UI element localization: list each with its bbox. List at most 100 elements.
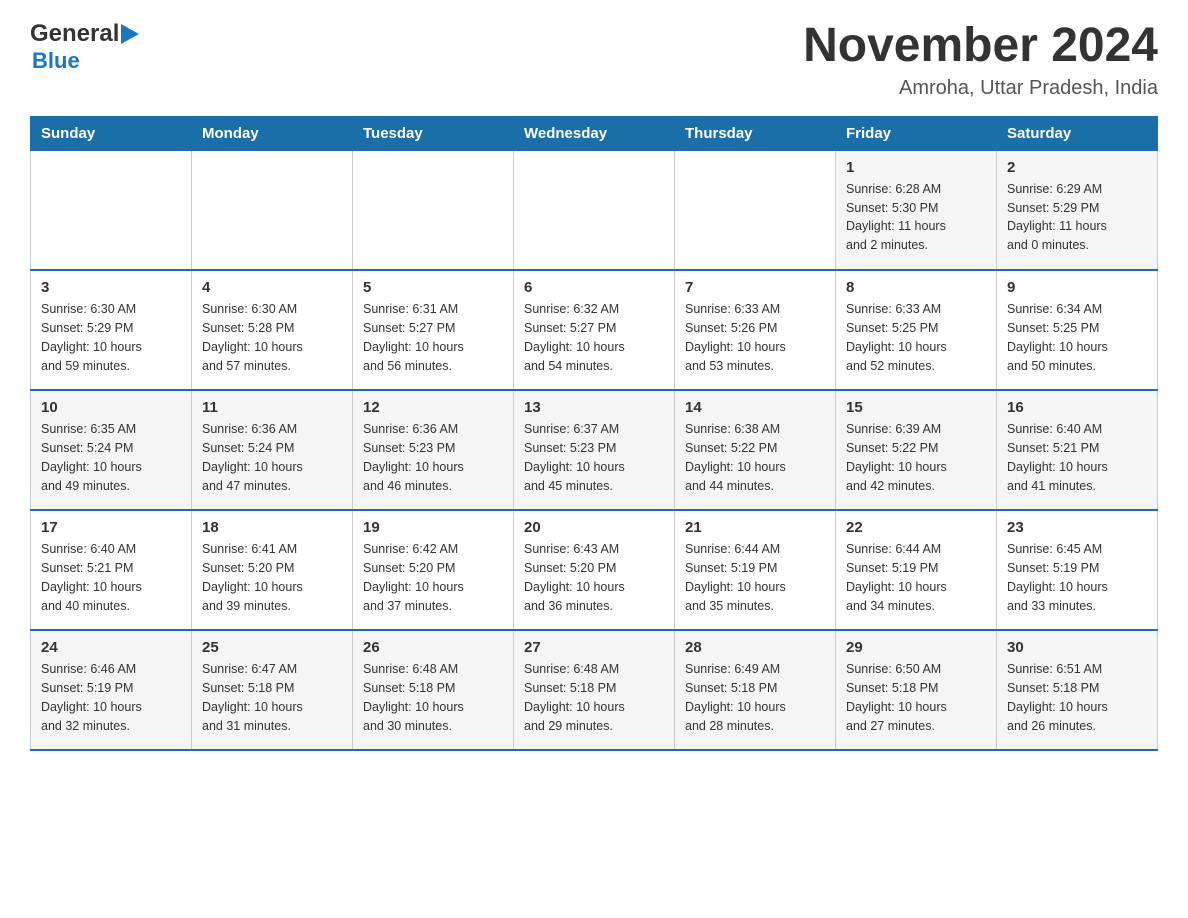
day-info: Sunrise: 6:30 AM Sunset: 5:28 PM Dayligh…: [202, 300, 342, 375]
calendar-cell-w5-d1: 25 Sunrise: 6:47 AM Sunset: 5:18 PM Dayli…: [192, 630, 353, 750]
calendar-cell-w3-d5: 15 Sunrise: 6:39 AM Sunset: 5:22 PM Dayli…: [836, 390, 997, 510]
calendar-cell-w2-d0: 3 Sunrise: 6:30 AM Sunset: 5:29 PM Daylig…: [31, 270, 192, 390]
calendar-cell-w1-d3: [514, 150, 675, 270]
day-info: Sunrise: 6:31 AM Sunset: 5:27 PM Dayligh…: [363, 300, 503, 375]
day-number: 16: [1007, 399, 1147, 416]
week-row-5: 24 Sunrise: 6:46 AM Sunset: 5:19 PM Dayli…: [31, 630, 1158, 750]
day-info: Sunrise: 6:50 AM Sunset: 5:18 PM Dayligh…: [846, 660, 986, 735]
day-info: Sunrise: 6:33 AM Sunset: 5:26 PM Dayligh…: [685, 300, 825, 375]
day-info: Sunrise: 6:36 AM Sunset: 5:24 PM Dayligh…: [202, 420, 342, 495]
day-info: Sunrise: 6:41 AM Sunset: 5:20 PM Dayligh…: [202, 540, 342, 615]
day-number: 1: [846, 159, 986, 176]
calendar-cell-w3-d3: 13 Sunrise: 6:37 AM Sunset: 5:23 PM Dayli…: [514, 390, 675, 510]
logo-general-text: General: [30, 20, 119, 48]
day-number: 22: [846, 519, 986, 536]
day-number: 11: [202, 399, 342, 416]
header-tuesday: Tuesday: [353, 116, 514, 150]
day-number: 25: [202, 639, 342, 656]
day-info: Sunrise: 6:42 AM Sunset: 5:20 PM Dayligh…: [363, 540, 503, 615]
calendar-cell-w2-d2: 5 Sunrise: 6:31 AM Sunset: 5:27 PM Daylig…: [353, 270, 514, 390]
day-info: Sunrise: 6:28 AM Sunset: 5:30 PM Dayligh…: [846, 180, 986, 255]
week-row-4: 17 Sunrise: 6:40 AM Sunset: 5:21 PM Dayli…: [31, 510, 1158, 630]
day-number: 20: [524, 519, 664, 536]
calendar-cell-w5-d2: 26 Sunrise: 6:48 AM Sunset: 5:18 PM Dayli…: [353, 630, 514, 750]
day-info: Sunrise: 6:48 AM Sunset: 5:18 PM Dayligh…: [363, 660, 503, 735]
day-number: 28: [685, 639, 825, 656]
logo-blue-text: Blue: [32, 48, 139, 74]
header-monday: Monday: [192, 116, 353, 150]
calendar-cell-w1-d5: 1 Sunrise: 6:28 AM Sunset: 5:30 PM Daylig…: [836, 150, 997, 270]
main-title: November 2024: [803, 20, 1158, 73]
day-info: Sunrise: 6:43 AM Sunset: 5:20 PM Dayligh…: [524, 540, 664, 615]
day-number: 24: [41, 639, 181, 656]
header-wednesday: Wednesday: [514, 116, 675, 150]
day-number: 12: [363, 399, 503, 416]
calendar-cell-w1-d6: 2 Sunrise: 6:29 AM Sunset: 5:29 PM Daylig…: [997, 150, 1158, 270]
calendar-cell-w2-d5: 8 Sunrise: 6:33 AM Sunset: 5:25 PM Daylig…: [836, 270, 997, 390]
day-info: Sunrise: 6:30 AM Sunset: 5:29 PM Dayligh…: [41, 300, 181, 375]
calendar-header-row: SundayMondayTuesdayWednesdayThursdayFrid…: [31, 116, 1158, 150]
day-number: 7: [685, 279, 825, 296]
day-number: 29: [846, 639, 986, 656]
day-number: 3: [41, 279, 181, 296]
day-number: 5: [363, 279, 503, 296]
day-number: 4: [202, 279, 342, 296]
calendar-cell-w4-d4: 21 Sunrise: 6:44 AM Sunset: 5:19 PM Dayli…: [675, 510, 836, 630]
day-info: Sunrise: 6:44 AM Sunset: 5:19 PM Dayligh…: [846, 540, 986, 615]
day-info: Sunrise: 6:40 AM Sunset: 5:21 PM Dayligh…: [41, 540, 181, 615]
calendar-cell-w4-d0: 17 Sunrise: 6:40 AM Sunset: 5:21 PM Dayli…: [31, 510, 192, 630]
day-info: Sunrise: 6:45 AM Sunset: 5:19 PM Dayligh…: [1007, 540, 1147, 615]
day-info: Sunrise: 6:36 AM Sunset: 5:23 PM Dayligh…: [363, 420, 503, 495]
day-info: Sunrise: 6:34 AM Sunset: 5:25 PM Dayligh…: [1007, 300, 1147, 375]
calendar-cell-w3-d6: 16Sunrise: 6:40 AM Sunset: 5:21 PM Dayli…: [997, 390, 1158, 510]
calendar-cell-w4-d2: 19Sunrise: 6:42 AM Sunset: 5:20 PM Dayli…: [353, 510, 514, 630]
week-row-2: 3 Sunrise: 6:30 AM Sunset: 5:29 PM Daylig…: [31, 270, 1158, 390]
day-info: Sunrise: 6:47 AM Sunset: 5:18 PM Dayligh…: [202, 660, 342, 735]
calendar-cell-w4-d1: 18Sunrise: 6:41 AM Sunset: 5:20 PM Dayli…: [192, 510, 353, 630]
header-saturday: Saturday: [997, 116, 1158, 150]
calendar-table: SundayMondayTuesdayWednesdayThursdayFrid…: [30, 116, 1158, 752]
header-friday: Friday: [836, 116, 997, 150]
day-number: 2: [1007, 159, 1147, 176]
calendar-cell-w2-d4: 7 Sunrise: 6:33 AM Sunset: 5:26 PM Daylig…: [675, 270, 836, 390]
calendar-cell-w5-d0: 24 Sunrise: 6:46 AM Sunset: 5:19 PM Dayli…: [31, 630, 192, 750]
calendar-cell-w3-d2: 12 Sunrise: 6:36 AM Sunset: 5:23 PM Dayli…: [353, 390, 514, 510]
calendar-cell-w1-d0: [31, 150, 192, 270]
day-info: Sunrise: 6:44 AM Sunset: 5:19 PM Dayligh…: [685, 540, 825, 615]
day-number: 13: [524, 399, 664, 416]
day-info: Sunrise: 6:29 AM Sunset: 5:29 PM Dayligh…: [1007, 180, 1147, 255]
day-number: 27: [524, 639, 664, 656]
header-sunday: Sunday: [31, 116, 192, 150]
calendar-cell-w2-d6: 9Sunrise: 6:34 AM Sunset: 5:25 PM Daylig…: [997, 270, 1158, 390]
day-number: 30: [1007, 639, 1147, 656]
calendar-cell-w5-d6: 30Sunrise: 6:51 AM Sunset: 5:18 PM Dayli…: [997, 630, 1158, 750]
day-info: Sunrise: 6:39 AM Sunset: 5:22 PM Dayligh…: [846, 420, 986, 495]
subtitle: Amroha, Uttar Pradesh, India: [803, 77, 1158, 100]
title-section: November 2024 Amroha, Uttar Pradesh, Ind…: [803, 20, 1158, 100]
day-info: Sunrise: 6:35 AM Sunset: 5:24 PM Dayligh…: [41, 420, 181, 495]
calendar-cell-w5-d4: 28Sunrise: 6:49 AM Sunset: 5:18 PM Dayli…: [675, 630, 836, 750]
day-number: 26: [363, 639, 503, 656]
logo-triangle-icon: [121, 24, 139, 44]
calendar-cell-w4-d6: 23 Sunrise: 6:45 AM Sunset: 5:19 PM Dayli…: [997, 510, 1158, 630]
day-number: 15: [846, 399, 986, 416]
day-number: 14: [685, 399, 825, 416]
day-info: Sunrise: 6:46 AM Sunset: 5:19 PM Dayligh…: [41, 660, 181, 735]
day-number: 6: [524, 279, 664, 296]
day-info: Sunrise: 6:37 AM Sunset: 5:23 PM Dayligh…: [524, 420, 664, 495]
day-number: 8: [846, 279, 986, 296]
week-row-1: 1 Sunrise: 6:28 AM Sunset: 5:30 PM Daylig…: [31, 150, 1158, 270]
day-number: 17: [41, 519, 181, 536]
week-row-3: 10Sunrise: 6:35 AM Sunset: 5:24 PM Dayli…: [31, 390, 1158, 510]
calendar-cell-w3-d4: 14Sunrise: 6:38 AM Sunset: 5:22 PM Dayli…: [675, 390, 836, 510]
calendar-cell-w1-d2: [353, 150, 514, 270]
day-info: Sunrise: 6:32 AM Sunset: 5:27 PM Dayligh…: [524, 300, 664, 375]
calendar-cell-w2-d1: 4 Sunrise: 6:30 AM Sunset: 5:28 PM Daylig…: [192, 270, 353, 390]
page-header: General Blue November 2024 Amroha, Uttar…: [30, 20, 1158, 100]
day-number: 23: [1007, 519, 1147, 536]
calendar-cell-w3-d1: 11 Sunrise: 6:36 AM Sunset: 5:24 PM Dayli…: [192, 390, 353, 510]
calendar-cell-w1-d4: [675, 150, 836, 270]
day-info: Sunrise: 6:33 AM Sunset: 5:25 PM Dayligh…: [846, 300, 986, 375]
day-number: 21: [685, 519, 825, 536]
calendar-cell-w1-d1: [192, 150, 353, 270]
